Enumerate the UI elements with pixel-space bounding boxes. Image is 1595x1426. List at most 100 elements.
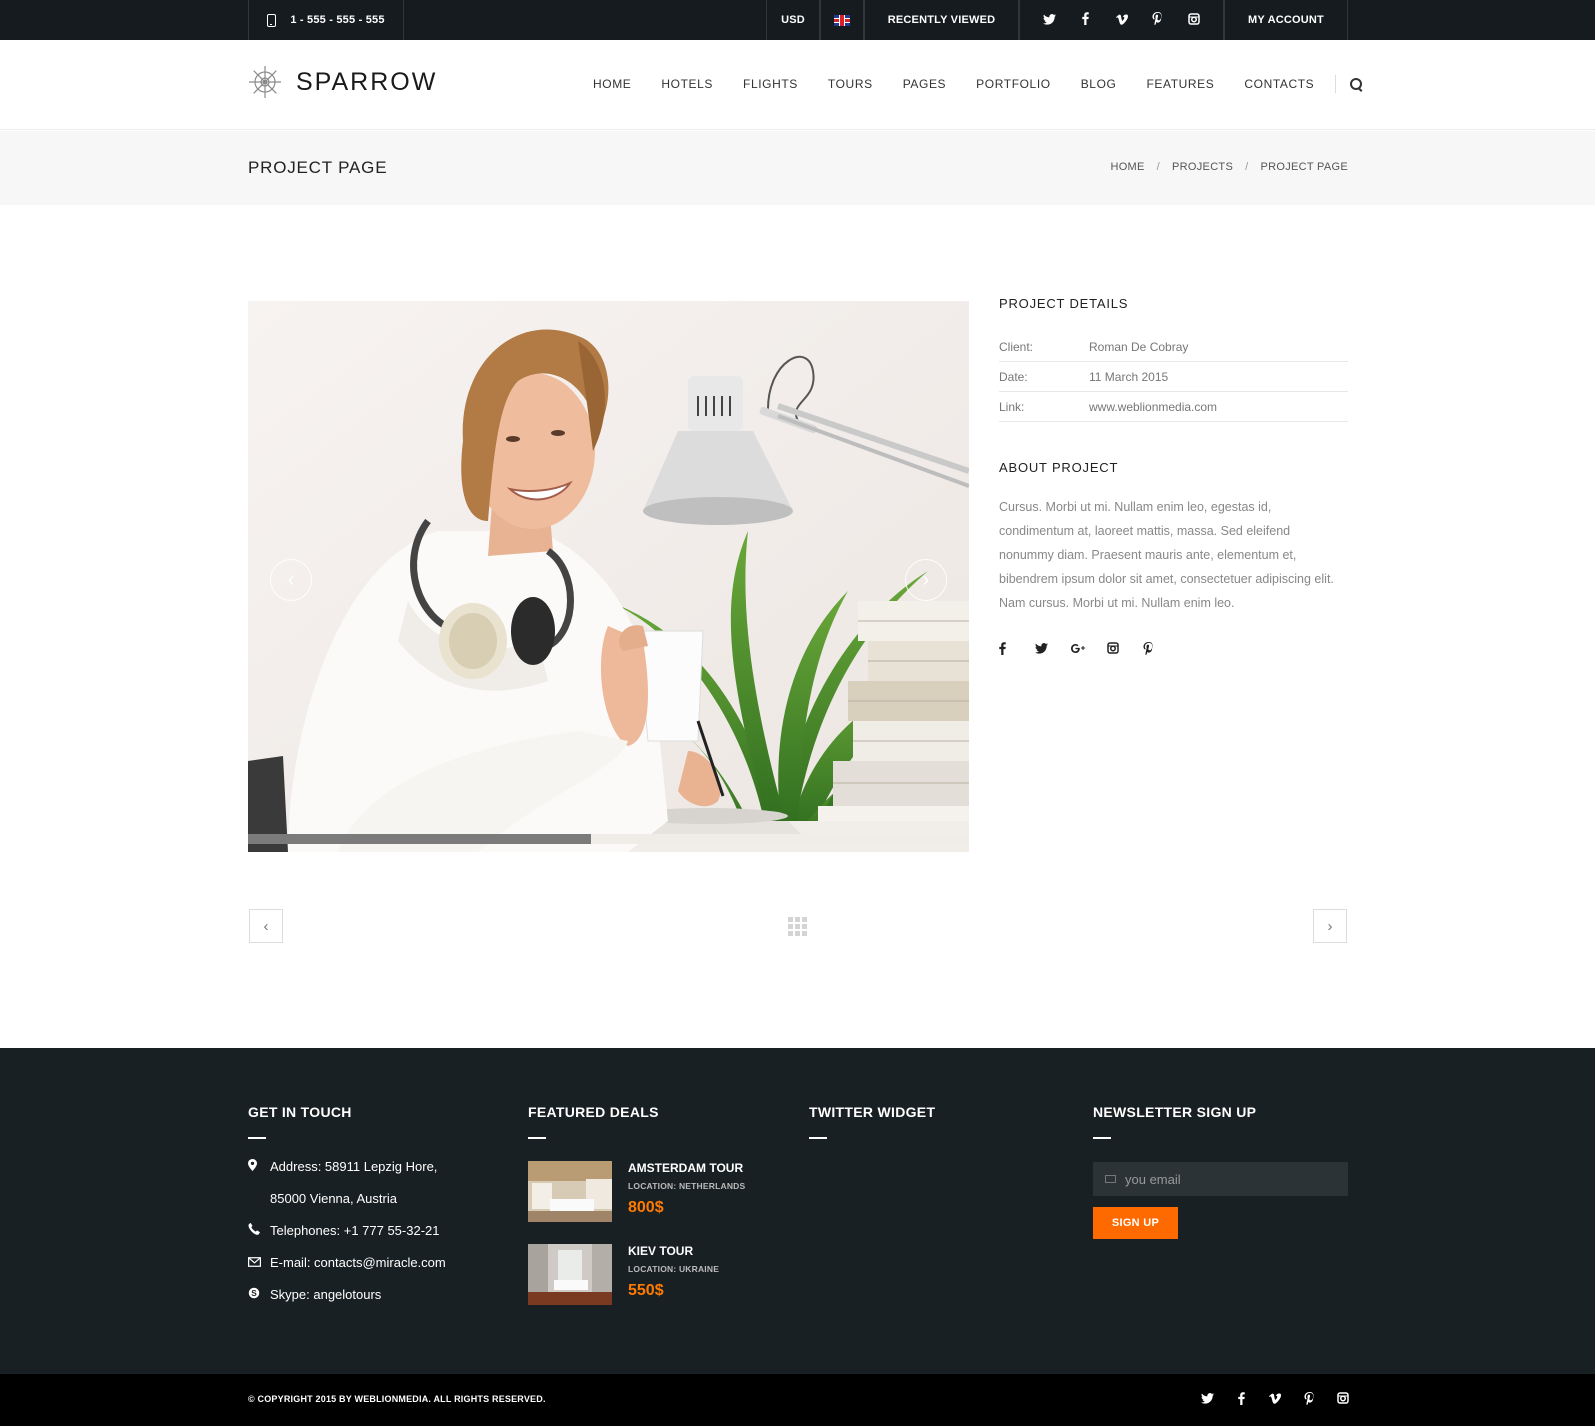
previous-project-button[interactable]: ‹ xyxy=(249,909,283,943)
ship-wheel-logo-icon xyxy=(249,66,281,98)
nav-portfolio[interactable]: PORTFOLIO xyxy=(976,77,1051,91)
bottom-social-links xyxy=(1190,1392,1360,1408)
deal-info: KIEV TOUR LOCATION: UKRAINE 550$ xyxy=(628,1244,719,1305)
instagram-icon[interactable] xyxy=(1107,642,1143,658)
google-plus-icon[interactable] xyxy=(1071,642,1107,658)
slider-next-button[interactable]: › xyxy=(905,559,947,601)
search-icon[interactable] xyxy=(1350,77,1363,91)
copyright-text: © COPYRIGHT 2015 BY WEBLIONMEDIA. ALL RI… xyxy=(248,1394,546,1404)
detail-row-link: Link: www.weblionmedia.com xyxy=(999,392,1348,422)
phone-contact[interactable]: 1 - 555 - 555 - 555 xyxy=(248,0,404,40)
instagram-icon[interactable] xyxy=(1326,1392,1360,1408)
pinterest-icon[interactable] xyxy=(1143,642,1179,658)
breadcrumb-projects[interactable]: PROJECTS xyxy=(1172,161,1233,173)
vimeo-icon[interactable] xyxy=(1258,1392,1292,1408)
project-details: PROJECT DETAILS Client: Roman De Cobray … xyxy=(999,296,1348,658)
breadcrumb: HOME / PROJECTS / PROJECT PAGE xyxy=(1110,161,1348,173)
site-footer: GET IN TOUCH Address: 58911 Lepzig Hore,… xyxy=(0,1048,1595,1374)
contact-address: Address: 58911 Lepzig Hore, xyxy=(248,1151,508,1183)
title-underline xyxy=(248,1137,266,1139)
newsletter-placeholder: you email xyxy=(1125,1171,1181,1187)
language-selector[interactable] xyxy=(820,0,864,40)
deal-thumbnail[interactable] xyxy=(528,1161,612,1222)
address-line-2: 85000 Vienna, Austria xyxy=(270,1191,397,1206)
signup-button[interactable]: SIGN UP xyxy=(1093,1207,1178,1239)
site-logo[interactable]: SPARROW xyxy=(248,65,437,99)
facebook-icon[interactable] xyxy=(1068,12,1104,28)
instagram-icon[interactable] xyxy=(1176,12,1212,28)
twitter-icon[interactable] xyxy=(1190,1392,1224,1408)
next-project-button[interactable]: › xyxy=(1313,909,1347,943)
project-details-list: Client: Roman De Cobray Date: 11 March 2… xyxy=(999,332,1348,422)
bottom-bar: © COPYRIGHT 2015 BY WEBLIONMEDIA. ALL RI… xyxy=(0,1374,1595,1426)
recently-viewed-link[interactable]: RECENTLY VIEWED xyxy=(864,0,1019,40)
title-underline xyxy=(809,1137,827,1139)
mobile-phone-icon xyxy=(267,13,277,27)
slider-prev-button[interactable]: ‹ xyxy=(270,559,312,601)
page-title-bar: PROJECT PAGE HOME / PROJECTS / PROJECT P… xyxy=(0,131,1595,205)
nav-flights[interactable]: FLIGHTS xyxy=(743,77,798,91)
my-account-link[interactable]: MY ACCOUNT xyxy=(1224,0,1348,40)
phone-number: 1 - 555 - 555 - 555 xyxy=(290,14,385,26)
envelope-icon xyxy=(248,1247,270,1279)
deal-info: AMSTERDAM TOUR LOCATION: NETHERLANDS 800… xyxy=(628,1161,745,1222)
twitter-icon[interactable] xyxy=(1035,642,1071,658)
phone-icon xyxy=(248,1215,270,1247)
detail-link[interactable]: www.weblionmedia.com xyxy=(1089,400,1217,414)
title-underline xyxy=(1093,1137,1111,1139)
deal-price: 800$ xyxy=(628,1199,664,1216)
pinterest-icon[interactable] xyxy=(1292,1392,1326,1408)
newsletter-email-input[interactable]: you email xyxy=(1093,1162,1348,1196)
deal-item[interactable]: AMSTERDAM TOUR LOCATION: NETHERLANDS 800… xyxy=(528,1161,788,1222)
facebook-icon[interactable] xyxy=(1224,1392,1258,1408)
main-header: SPARROW HOME HOTELS FLIGHTS TOURS PAGES … xyxy=(0,40,1595,130)
detail-value: Roman De Cobray xyxy=(1089,339,1189,354)
nav-pages[interactable]: PAGES xyxy=(903,77,946,91)
facebook-icon[interactable] xyxy=(999,642,1035,658)
map-pin-icon xyxy=(248,1151,270,1183)
project-photo-woman-at-desk xyxy=(248,301,969,852)
detail-key: Date: xyxy=(999,369,1028,384)
vimeo-icon[interactable] xyxy=(1104,13,1140,28)
contact-phone: Telephones: +1 777 55-32-21 xyxy=(248,1215,508,1247)
nav-tours[interactable]: TOURS xyxy=(828,77,873,91)
nav-home[interactable]: HOME xyxy=(593,77,631,91)
breadcrumb-home[interactable]: HOME xyxy=(1110,161,1144,173)
contact-skype: S Skype: angelotours xyxy=(248,1279,508,1311)
currency-selector[interactable]: USD xyxy=(766,0,820,40)
footer-get-in-touch: GET IN TOUCH Address: 58911 Lepzig Hore,… xyxy=(248,1104,508,1311)
email-text[interactable]: E-mail: contacts@miracle.com xyxy=(270,1247,446,1279)
contact-address-2: 85000 Vienna, Austria xyxy=(248,1183,508,1215)
contact-list: Address: 58911 Lepzig Hore, 85000 Vienna… xyxy=(248,1151,508,1311)
nav-divider xyxy=(1335,75,1337,93)
footer-newsletter-title: NEWSLETTER SIGN UP xyxy=(1093,1104,1257,1120)
pinterest-icon[interactable] xyxy=(1140,11,1176,28)
project-share-links xyxy=(999,642,1348,658)
detail-key: Client: xyxy=(999,339,1034,354)
breadcrumb-separator: / xyxy=(1245,161,1249,173)
envelope-icon xyxy=(1105,1175,1116,1183)
twitter-icon[interactable] xyxy=(1032,13,1068,28)
top-bar: 1 - 555 - 555 - 555 USD RECENTLY VIEWED … xyxy=(0,0,1595,40)
phone-text: Telephones: +1 777 55-32-21 xyxy=(270,1223,440,1238)
deal-name[interactable]: AMSTERDAM TOUR xyxy=(628,1161,745,1175)
deal-item[interactable]: KIEV TOUR LOCATION: UKRAINE 550$ xyxy=(528,1244,788,1305)
detail-key: Link: xyxy=(999,399,1025,414)
nav-blog[interactable]: BLOG xyxy=(1081,77,1117,91)
deal-thumbnail[interactable] xyxy=(528,1244,612,1305)
about-project-title: ABOUT PROJECT xyxy=(999,460,1119,475)
nav-contacts[interactable]: CONTACTS xyxy=(1244,77,1314,91)
slider-progress-bar xyxy=(248,834,591,844)
deal-name[interactable]: KIEV TOUR xyxy=(628,1244,719,1258)
page-title: PROJECT PAGE xyxy=(248,158,388,177)
footer-twitter-widget: TWITTER WIDGET xyxy=(809,1104,1069,1139)
nav-hotels[interactable]: HOTELS xyxy=(661,77,713,91)
footer-twitter-title: TWITTER WIDGET xyxy=(809,1104,936,1120)
skype-text: Skype: angelotours xyxy=(270,1287,382,1302)
skype-icon: S xyxy=(248,1279,270,1311)
deal-location: LOCATION: NETHERLANDS xyxy=(628,1181,746,1191)
title-underline xyxy=(528,1137,546,1139)
svg-text:S: S xyxy=(251,1289,257,1298)
nav-features[interactable]: FEATURES xyxy=(1146,77,1214,91)
all-projects-grid-icon[interactable] xyxy=(788,917,807,936)
